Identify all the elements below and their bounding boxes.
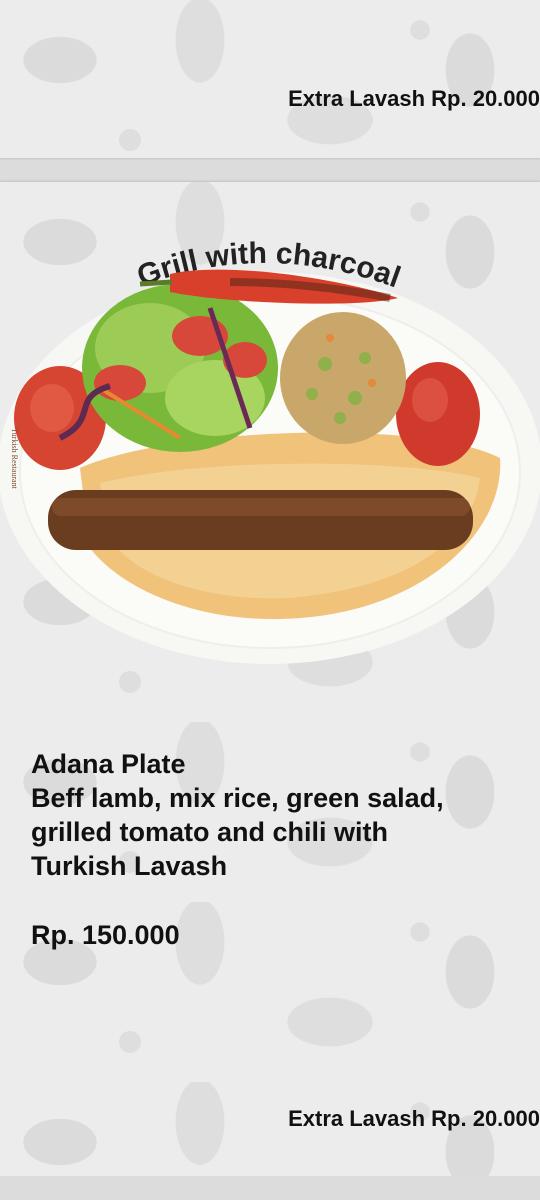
plate-brand-text: Turkish Restaurant xyxy=(10,428,19,490)
adana-plate-image: Turkish Restaurant xyxy=(0,269,540,664)
dish-name: Adana Plate xyxy=(31,749,186,779)
extra-lavash-text: Extra Lavash Rp. 20.000 xyxy=(288,86,540,111)
extra-lavash-card: Extra Lavash Rp. 20.000 xyxy=(0,0,540,158)
dish-description-block: Adana Plate Beff lamb, mix rice, green s… xyxy=(31,747,531,883)
extra-lavash-text: Extra Lavash Rp. 20.000 xyxy=(288,1106,540,1131)
dish-description-line-3: Turkish Lavash xyxy=(31,851,228,881)
dish-price: Rp. 150.000 xyxy=(31,920,180,950)
menu-item-card: Grill with charcoal Turkish Restaurant A… xyxy=(0,182,540,1176)
dish-description-line-1: Beff lamb, mix rice, green salad, xyxy=(31,783,444,813)
dish-description-line-2: grilled tomato and chili with xyxy=(31,817,389,847)
